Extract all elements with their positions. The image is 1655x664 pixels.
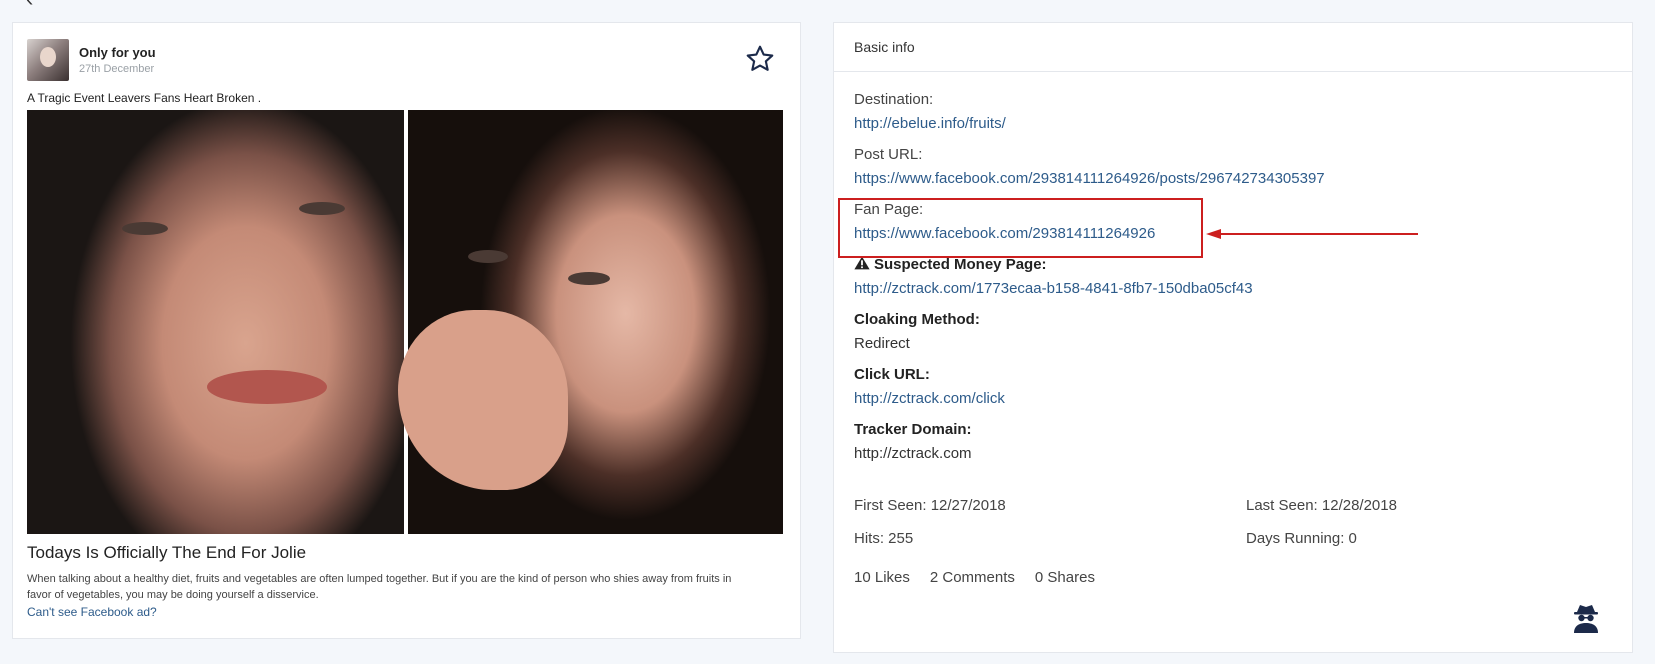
cloaking-label: Cloaking Method: (854, 311, 980, 328)
destination-field: Destination: http://ebelue.info/fruits/ (854, 91, 1006, 132)
cant-see-ad-link[interactable]: Can't see Facebook ad? (27, 605, 157, 619)
warning-triangle-icon (854, 256, 870, 270)
post-date: 27th December (79, 62, 155, 75)
last-seen: Last Seen: 12/28/2018 (1246, 497, 1397, 514)
tracker-domain-label: Tracker Domain: (854, 421, 972, 438)
spy-icon[interactable] (1570, 602, 1602, 634)
post-text: A Tragic Event Leavers Fans Heart Broken… (27, 91, 262, 105)
likes-count: 10 Likes (854, 569, 910, 586)
annotation-arrow-icon (1206, 229, 1418, 239)
ad-headline: Todays Is Officially The End For Jolie (27, 543, 307, 562)
days-running: Days Running: 0 (1246, 530, 1357, 547)
post-url-field: Post URL: https://www.facebook.com/29381… (854, 146, 1325, 187)
ad-image-left-panel (27, 110, 404, 534)
hits: Hits: 255 (854, 530, 914, 547)
comments-count: 2 Comments (929, 569, 1015, 586)
first-seen: First Seen: 12/27/2018 (854, 497, 1006, 514)
basic-info-title: Basic info (834, 23, 1632, 72)
engagement-stats: 10 Likes 2 Comments 0 Shares (854, 569, 1115, 586)
tracker-domain-field: Tracker Domain: http://zctrack.com (854, 421, 972, 462)
money-page-link[interactable]: http://zctrack.com/1773ecaa-b158-4841-8f… (854, 280, 1253, 297)
ad-description: When talking about a healthy diet, fruit… (27, 573, 732, 601)
ad-header: Only for you 27th December (27, 39, 156, 81)
money-page-label: Suspected Money Page: (874, 256, 1047, 273)
click-url-field: Click URL: http://zctrack.com/click (854, 366, 1005, 407)
money-page-field: Suspected Money Page: http://zctrack.com… (854, 256, 1253, 297)
tracker-domain-value: http://zctrack.com (854, 445, 972, 462)
ad-image[interactable] (27, 110, 783, 534)
star-outline-icon[interactable] (744, 43, 776, 75)
back-arrow-icon[interactable]: ‹ (26, 0, 33, 12)
avatar[interactable] (27, 39, 69, 81)
click-url-label: Click URL: (854, 366, 930, 383)
basic-info-card: Basic info Destination: http://ebelue.in… (833, 22, 1633, 653)
post-url-link[interactable]: https://www.facebook.com/293814111264926… (854, 170, 1325, 187)
destination-link[interactable]: http://ebelue.info/fruits/ (854, 115, 1006, 132)
cloaking-field: Cloaking Method: Redirect (854, 311, 980, 352)
shares-count: 0 Shares (1034, 569, 1095, 586)
fan-page-highlight (838, 198, 1203, 258)
destination-label: Destination: (854, 91, 934, 108)
post-url-label: Post URL: (854, 146, 923, 163)
cloaking-value: Redirect (854, 335, 910, 352)
ad-preview-card: Only for you 27th December A Tragic Even… (12, 22, 801, 639)
ad-image-right-panel (398, 110, 783, 534)
page-name[interactable]: Only for you (79, 46, 156, 59)
click-url-link[interactable]: http://zctrack.com/click (854, 390, 1005, 407)
